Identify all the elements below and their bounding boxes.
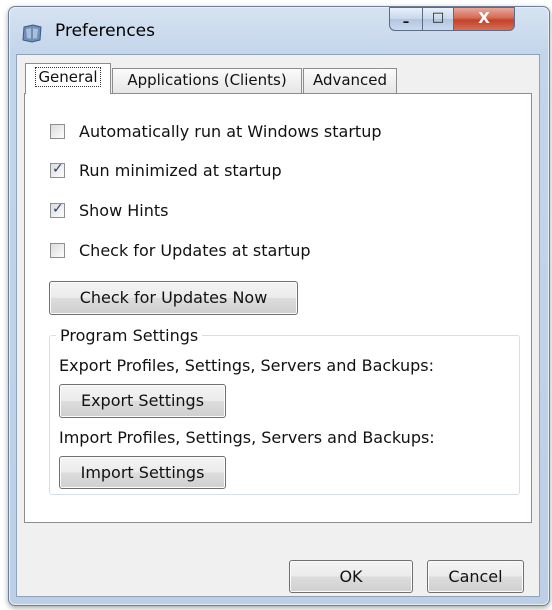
- tab-applications-label: Applications (Clients): [127, 71, 287, 89]
- window-title: Preferences: [55, 21, 155, 41]
- autorun-label[interactable]: Automatically run at Windows startup: [79, 122, 381, 141]
- tab-advanced-label: Advanced: [312, 71, 388, 89]
- minimize-icon: –: [402, 15, 410, 30]
- title-bar[interactable]: Preferences – □ X: [9, 7, 549, 49]
- check-updates-startup-label[interactable]: Check for Updates at startup: [79, 241, 310, 260]
- tab-general[interactable]: General: [25, 63, 111, 94]
- tab-applications[interactable]: Applications (Clients): [112, 68, 302, 93]
- tab-general-label: General: [35, 67, 101, 87]
- close-button[interactable]: X: [453, 7, 515, 31]
- import-settings-button[interactable]: Import Settings: [59, 456, 226, 489]
- close-icon: X: [478, 9, 490, 27]
- check-icon: ✓: [52, 201, 64, 217]
- import-description: Import Profiles, Settings, Servers and B…: [59, 428, 435, 447]
- export-description: Export Profiles, Settings, Servers and B…: [59, 356, 434, 375]
- ok-button[interactable]: OK: [289, 560, 413, 593]
- check-updates-startup-checkbox[interactable]: [50, 243, 65, 258]
- maximize-icon: □: [431, 10, 445, 25]
- export-settings-button[interactable]: Export Settings: [59, 384, 226, 418]
- minimize-button[interactable]: –: [389, 7, 423, 31]
- preferences-window: Preferences – □ X General Applications (…: [8, 6, 550, 606]
- run-minimized-checkbox[interactable]: ✓: [50, 161, 65, 178]
- program-settings-title: Program Settings: [56, 326, 203, 345]
- check-icon: ✓: [52, 161, 64, 177]
- dialog-body: General Applications (Clients) Advanced …: [16, 54, 540, 597]
- maximize-button[interactable]: □: [422, 7, 454, 31]
- check-updates-now-button[interactable]: Check for Updates Now: [49, 281, 298, 315]
- show-hints-label[interactable]: Show Hints: [79, 201, 168, 220]
- run-minimized-label[interactable]: Run minimized at startup: [79, 161, 282, 180]
- cancel-button[interactable]: Cancel: [427, 560, 524, 593]
- tab-advanced[interactable]: Advanced: [303, 68, 397, 93]
- autorun-checkbox[interactable]: [50, 124, 65, 139]
- show-hints-checkbox[interactable]: ✓: [50, 201, 65, 218]
- general-tab-panel: Automatically run at Windows startup ✓ R…: [24, 93, 532, 523]
- app-icon: [22, 24, 42, 43]
